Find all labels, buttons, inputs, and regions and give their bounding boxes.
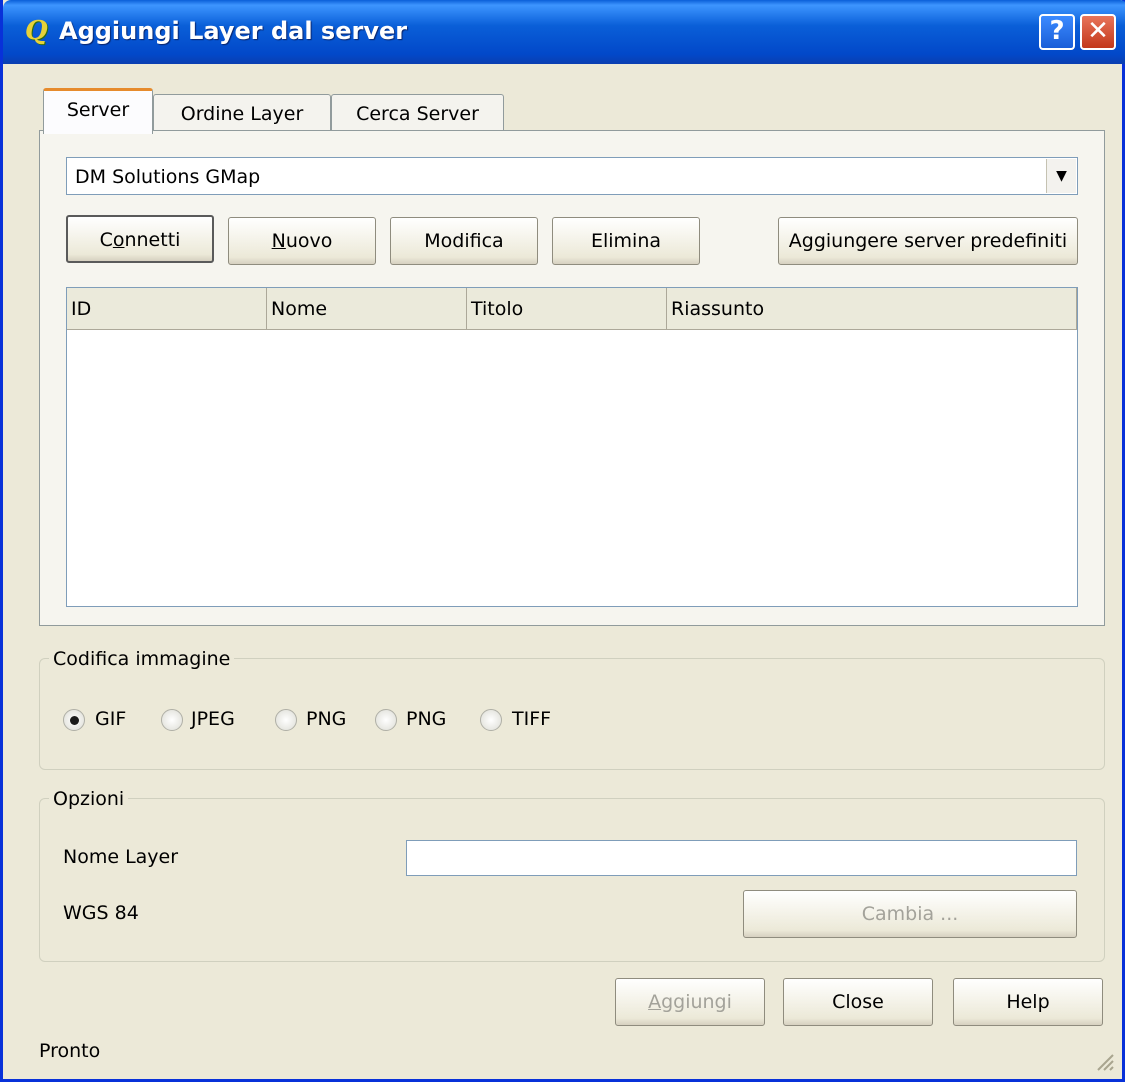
layers-table[interactable]: ID Nome Titolo Riassunto <box>66 287 1078 607</box>
encoding-group-title: Codifica immagine <box>49 648 235 670</box>
crs-label: WGS 84 <box>63 902 139 924</box>
radio-gif-label[interactable]: GIF <box>95 708 126 730</box>
chevron-down-icon[interactable]: ▼ <box>1046 159 1076 193</box>
question-mark-icon: ? <box>1049 16 1065 46</box>
help-title-button[interactable]: ? <box>1039 14 1075 50</box>
delete-label: Elimina <box>590 230 662 252</box>
add-mnemonic: A <box>648 991 662 1013</box>
change-crs-label: Cambia ... <box>861 903 959 925</box>
radio-gif[interactable] <box>63 709 85 731</box>
connect-button[interactable]: Connetti <box>66 215 214 263</box>
tab-label: Ordine Layer <box>180 103 304 125</box>
options-group-title: Opzioni <box>49 788 129 810</box>
add-default-servers-button[interactable]: Aggiungere server predefiniti <box>778 217 1078 265</box>
qgis-app-icon: Q <box>25 16 48 46</box>
close-icon: ✕ <box>1087 16 1109 46</box>
edit-label: Modifica <box>424 230 504 252</box>
close-label: Close <box>832 991 884 1013</box>
close-title-button[interactable]: ✕ <box>1080 14 1116 50</box>
radio-png-2-label[interactable]: PNG <box>406 708 446 730</box>
radio-jpeg-label[interactable]: JPEG <box>191 708 235 730</box>
add-label-part: ggiungi <box>661 991 732 1013</box>
column-header-titolo[interactable]: Titolo <box>467 288 667 330</box>
dialog-window: Q Aggiungi Layer dal server ? ✕ Server O… <box>0 0 1125 1082</box>
radio-jpeg[interactable] <box>161 709 183 731</box>
layer-name-input[interactable] <box>406 840 1077 876</box>
add-default-servers-label: Aggiungere server predefiniti <box>788 230 1068 252</box>
column-header-nome[interactable]: Nome <box>267 288 467 330</box>
column-header-riassunto[interactable]: Riassunto <box>667 288 1077 330</box>
connect-mnemonic: o <box>112 229 125 251</box>
radio-png-label[interactable]: PNG <box>306 708 346 730</box>
window-title: Aggiungi Layer dal server <box>59 17 408 45</box>
radio-png-2[interactable] <box>375 709 397 731</box>
help-label: Help <box>1006 991 1050 1013</box>
new-label-part: uovo <box>285 230 333 252</box>
change-crs-button[interactable]: Cambia ... <box>743 890 1077 938</box>
radio-tiff-label[interactable]: TIFF <box>512 708 551 730</box>
server-select[interactable]: DM Solutions GMap ▼ <box>66 157 1078 195</box>
connect-label-part: C <box>99 229 113 251</box>
radio-png[interactable] <box>275 709 297 731</box>
layer-name-label: Nome Layer <box>63 846 179 868</box>
column-header-id[interactable]: ID <box>67 288 267 330</box>
delete-button[interactable]: Elimina <box>552 217 700 265</box>
tab-ordine-layer[interactable]: Ordine Layer <box>153 94 331 134</box>
tab-cerca-server[interactable]: Cerca Server <box>331 94 504 134</box>
radio-tiff[interactable] <box>480 709 502 731</box>
edit-button[interactable]: Modifica <box>390 217 538 265</box>
panel-body: DM Solutions GMap ▼ Connetti Nuovo Modif… <box>40 131 1104 625</box>
server-select-value: DM Solutions GMap <box>75 166 261 188</box>
help-button[interactable]: Help <box>953 978 1103 1026</box>
title-bar[interactable]: Q Aggiungi Layer dal server ? ✕ <box>3 0 1125 64</box>
tab-server[interactable]: Server <box>43 88 153 134</box>
new-button[interactable]: Nuovo <box>228 217 376 265</box>
resize-grip-icon[interactable] <box>1094 1051 1114 1071</box>
add-button[interactable]: Aggiungi <box>615 978 765 1026</box>
tab-label: Server <box>66 99 130 121</box>
new-mnemonic: N <box>271 230 286 252</box>
connect-label-part: nnetti <box>124 229 181 251</box>
tab-label: Cerca Server <box>356 103 479 125</box>
close-button[interactable]: Close <box>783 978 933 1026</box>
server-tab-panel: DM Solutions GMap ▼ Connetti Nuovo Modif… <box>39 130 1105 626</box>
status-text: Pronto <box>39 1040 101 1062</box>
